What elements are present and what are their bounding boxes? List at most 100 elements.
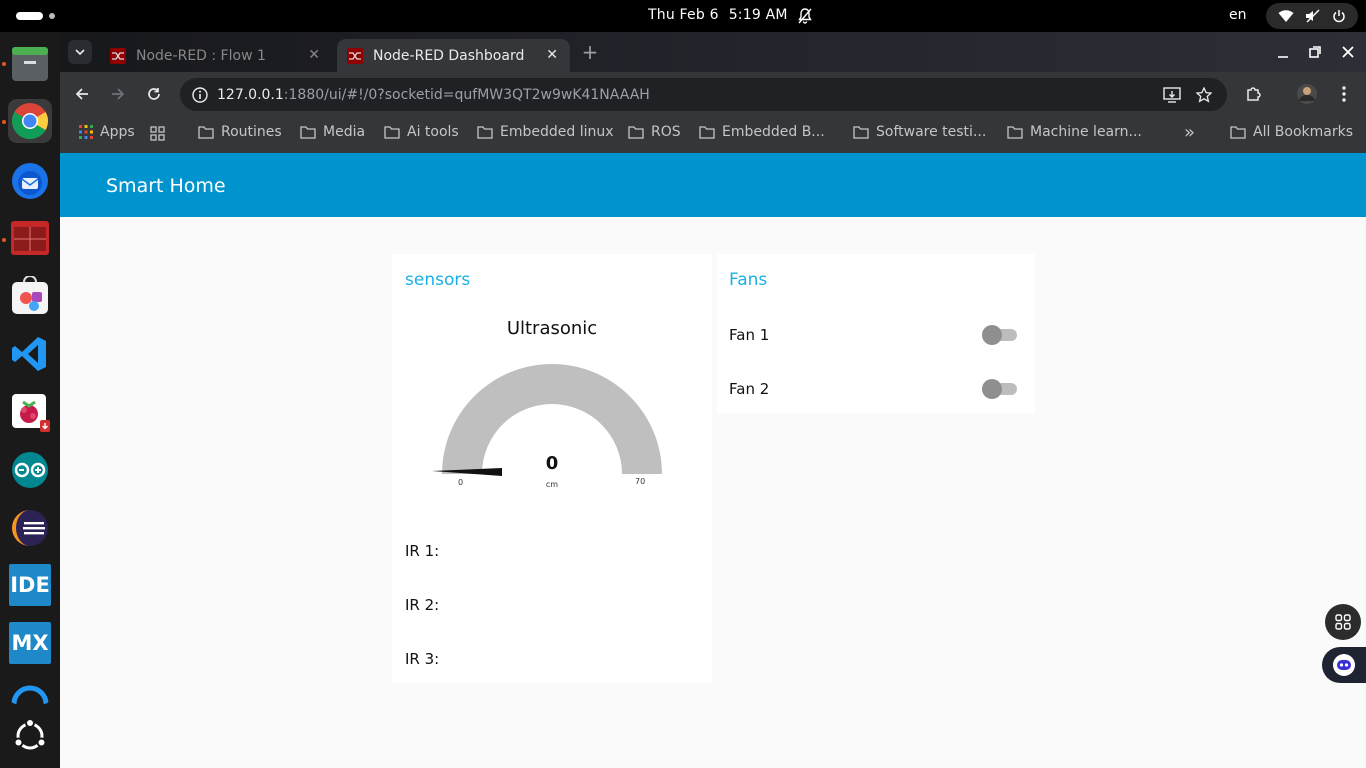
- system-menu[interactable]: [1266, 3, 1358, 29]
- bookmark-apps[interactable]: Apps: [79, 124, 135, 140]
- fan-2-label: Fan 2: [729, 380, 770, 398]
- browser-menu-button[interactable]: [1332, 82, 1356, 106]
- fan-1-label: Fan 1: [729, 326, 770, 344]
- close-icon[interactable]: ✕: [308, 47, 320, 63]
- plus-icon: +: [581, 40, 599, 64]
- bookmark-label: All Bookmarks: [1253, 124, 1354, 140]
- bookmark-folder-machine-learning[interactable]: Machine learn...: [1007, 124, 1142, 140]
- ubuntu-show-apps-icon[interactable]: [8, 714, 52, 758]
- workspace-dot: [49, 13, 55, 19]
- bookmark-folder-ros[interactable]: ROS: [628, 124, 681, 140]
- minimize-icon: [1278, 56, 1288, 58]
- restore-icon: [1309, 46, 1321, 58]
- arduino-icon[interactable]: [8, 448, 52, 492]
- tab-groups-icon: [150, 126, 165, 141]
- close-window-button[interactable]: [1336, 40, 1360, 64]
- system-top-bar: Thu Feb 6 5:19 AM en: [0, 0, 1366, 32]
- files-icon[interactable]: [8, 42, 52, 86]
- new-tab-button[interactable]: +: [578, 40, 602, 64]
- folder-icon: [699, 126, 715, 139]
- node-red-icon: [347, 47, 363, 64]
- folder-icon: [853, 126, 869, 139]
- gauge-min: 0: [458, 478, 464, 487]
- bookmark-folder-software-testing[interactable]: Software testi...: [853, 124, 986, 140]
- bookmark-star-icon[interactable]: [1196, 86, 1212, 103]
- assistant-widget-button[interactable]: [1322, 647, 1366, 683]
- gauge-label: Ultrasonic: [506, 318, 598, 339]
- ir-3-label: IR 3:: [405, 650, 440, 668]
- bookmark-folder-embedded-linux[interactable]: Embedded linux: [477, 124, 614, 140]
- folder-icon: [300, 126, 316, 139]
- minimize-button[interactable]: [1271, 40, 1295, 64]
- ide-icon[interactable]: IDE: [9, 564, 51, 606]
- tab-title: Node-RED Dashboard: [373, 47, 525, 64]
- bookmark-label: Embedded linux: [500, 124, 614, 140]
- apps-grid-icon: [79, 125, 93, 139]
- notifications-muted-icon: [798, 8, 812, 28]
- profile-button[interactable]: [1295, 82, 1319, 106]
- fan-2-switch[interactable]: [982, 378, 1018, 399]
- bookmark-folder-media[interactable]: Media: [300, 124, 365, 140]
- folder-icon: [384, 126, 400, 139]
- chevron-down-icon: [75, 48, 85, 55]
- ultrasonic-gauge: [432, 364, 662, 476]
- double-chevron-icon: »: [1184, 122, 1196, 143]
- raspberry-pi-imager-icon[interactable]: [8, 390, 52, 434]
- restore-button[interactable]: [1303, 40, 1327, 64]
- group-title: sensors: [405, 270, 471, 290]
- bookmark-label: Apps: [100, 124, 135, 140]
- app-center-icon[interactable]: [8, 274, 52, 318]
- ir-2-label: IR 2:: [405, 596, 440, 614]
- bookmark-folder-ai-tools[interactable]: Ai tools: [384, 124, 459, 140]
- chrome-icon[interactable]: [8, 99, 52, 143]
- fan-1-switch[interactable]: [982, 324, 1018, 345]
- tab-groups-button[interactable]: [150, 126, 172, 141]
- bookmark-label: Software testi...: [876, 124, 987, 140]
- url-host: 127.0.0.1: [217, 86, 284, 103]
- all-bookmarks-folder[interactable]: All Bookmarks: [1230, 124, 1353, 140]
- thunderbird-icon[interactable]: [8, 159, 52, 203]
- page-title: Smart Home: [106, 175, 226, 197]
- bookmark-folder-routines[interactable]: Routines: [198, 124, 282, 140]
- eclipse-icon[interactable]: [8, 506, 52, 550]
- puzzle-icon: [1247, 87, 1261, 101]
- site-info-icon[interactable]: [192, 86, 208, 103]
- time-label: 5:19 AM: [728, 7, 788, 23]
- arrow-right-icon: [112, 88, 125, 100]
- bookmarks-bar: Apps Routines Media Ai tools Embedded li…: [60, 116, 1366, 153]
- tab-title: Node-RED : Flow 1: [136, 47, 266, 64]
- power-icon: [1333, 10, 1346, 23]
- tab-search-button[interactable]: [68, 40, 92, 64]
- mx-icon[interactable]: MX: [9, 622, 51, 664]
- tab-node-red-flow[interactable]: Node-RED : Flow 1 ✕: [100, 39, 332, 72]
- folder-icon: [628, 126, 644, 139]
- install-app-icon[interactable]: [1163, 86, 1181, 103]
- address-bar[interactable]: 127.0.0.1:1880/ui/#!/0?socketid=qufMW3QT…: [180, 78, 1227, 111]
- assistant-bot-icon: [1333, 654, 1355, 676]
- floating-apps-button[interactable]: [1325, 604, 1361, 640]
- terminal-app-icon[interactable]: [8, 216, 52, 260]
- folder-icon: [477, 126, 493, 139]
- fans-group: Fans Fan 1 Fan 2: [717, 254, 1035, 413]
- forward-button[interactable]: [106, 82, 130, 106]
- tab-strip: Node-RED : Flow 1 ✕ Node-RED Dashboard ✕…: [60, 32, 1366, 72]
- gauge-value: 0: [545, 453, 559, 474]
- bookmark-folder-embedded-b[interactable]: Embedded B...: [699, 124, 825, 140]
- bookmark-label: Media: [323, 124, 366, 140]
- tab-node-red-dashboard[interactable]: Node-RED Dashboard ✕: [337, 39, 570, 72]
- browser-toolbar: 127.0.0.1:1880/ui/#!/0?socketid=qufMW3QT…: [60, 72, 1366, 116]
- folder-icon: [1230, 126, 1246, 139]
- vscode-icon[interactable]: [8, 332, 52, 376]
- activities-indicator[interactable]: [16, 12, 43, 20]
- grid-icon: [1335, 614, 1351, 630]
- close-icon[interactable]: ✕: [546, 47, 558, 63]
- reload-button[interactable]: [142, 82, 166, 106]
- back-button[interactable]: [70, 82, 94, 106]
- input-language-indicator[interactable]: en: [1229, 7, 1247, 23]
- extensions-button[interactable]: [1242, 82, 1266, 106]
- wifi-icon: [1278, 10, 1294, 22]
- clock[interactable]: Thu Feb 6 5:19 AM: [648, 7, 798, 23]
- arch-app-icon[interactable]: [8, 680, 52, 704]
- ir-1-label: IR 1:: [405, 542, 440, 560]
- more-bookmarks-button[interactable]: »: [1184, 122, 1195, 143]
